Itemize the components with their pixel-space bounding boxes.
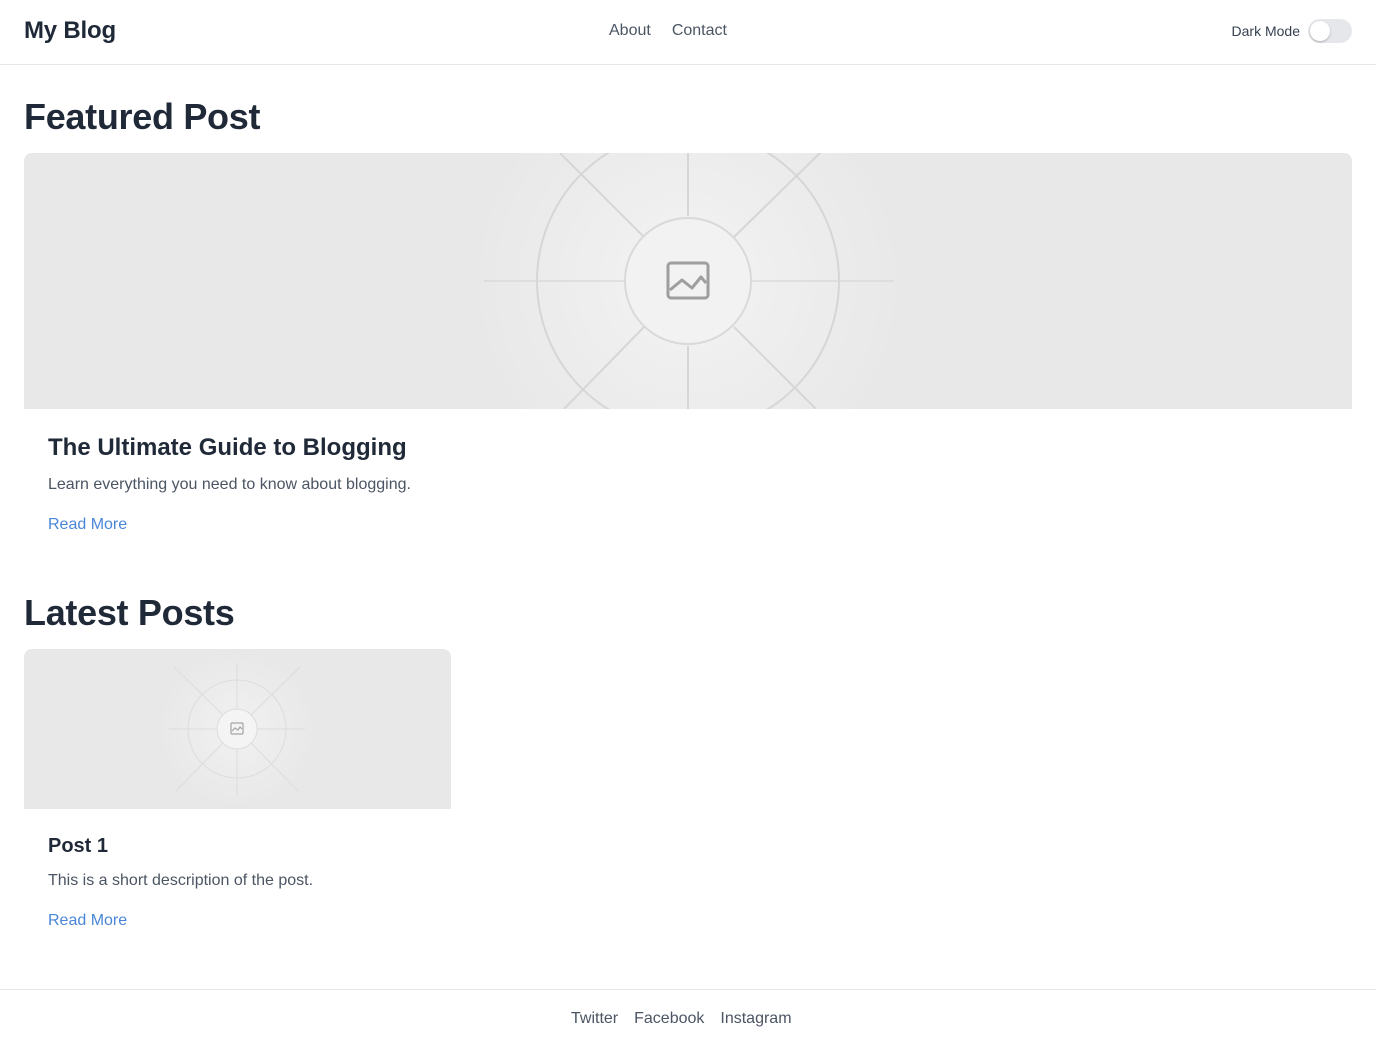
footer-link-facebook[interactable]: Facebook <box>634 1010 704 1028</box>
post-1-title[interactable]: Post 1 <box>48 835 108 858</box>
image-placeholder-icon <box>24 649 451 809</box>
main-nav: About Contact <box>609 22 727 40</box>
footer-link-instagram[interactable]: Instagram <box>720 1010 791 1028</box>
site-footer: Twitter Facebook Instagram <box>0 989 1376 1046</box>
site-header: My Blog About Contact Dark Mode <box>0 0 1376 65</box>
nav-link-contact[interactable]: Contact <box>672 22 727 40</box>
dark-mode-toggle[interactable] <box>1308 19 1352 43</box>
featured-post-description: Learn everything you need to know about … <box>48 476 411 493</box>
footer-link-twitter[interactable]: Twitter <box>571 1010 618 1028</box>
post-1-description: This is a short description of the post. <box>48 872 314 889</box>
site-brand[interactable]: My Blog <box>24 17 116 45</box>
post-1-read-more-link[interactable]: Read More <box>48 912 127 930</box>
featured-section-title: Featured Post <box>24 96 261 137</box>
featured-post-title[interactable]: The Ultimate Guide to Blogging <box>48 434 407 462</box>
footer-social-links: Twitter Facebook Instagram <box>571 1010 792 1028</box>
latest-section-title: Latest Posts <box>24 592 235 633</box>
toggle-knob <box>1310 21 1330 41</box>
dark-mode-control: Dark Mode <box>1232 19 1352 43</box>
image-placeholder-icon <box>24 153 1352 409</box>
post-1-image <box>24 649 451 809</box>
featured-post-image <box>24 153 1352 409</box>
nav-link-about[interactable]: About <box>609 22 651 40</box>
featured-read-more-link[interactable]: Read More <box>48 516 127 534</box>
dark-mode-label: Dark Mode <box>1231 23 1300 39</box>
